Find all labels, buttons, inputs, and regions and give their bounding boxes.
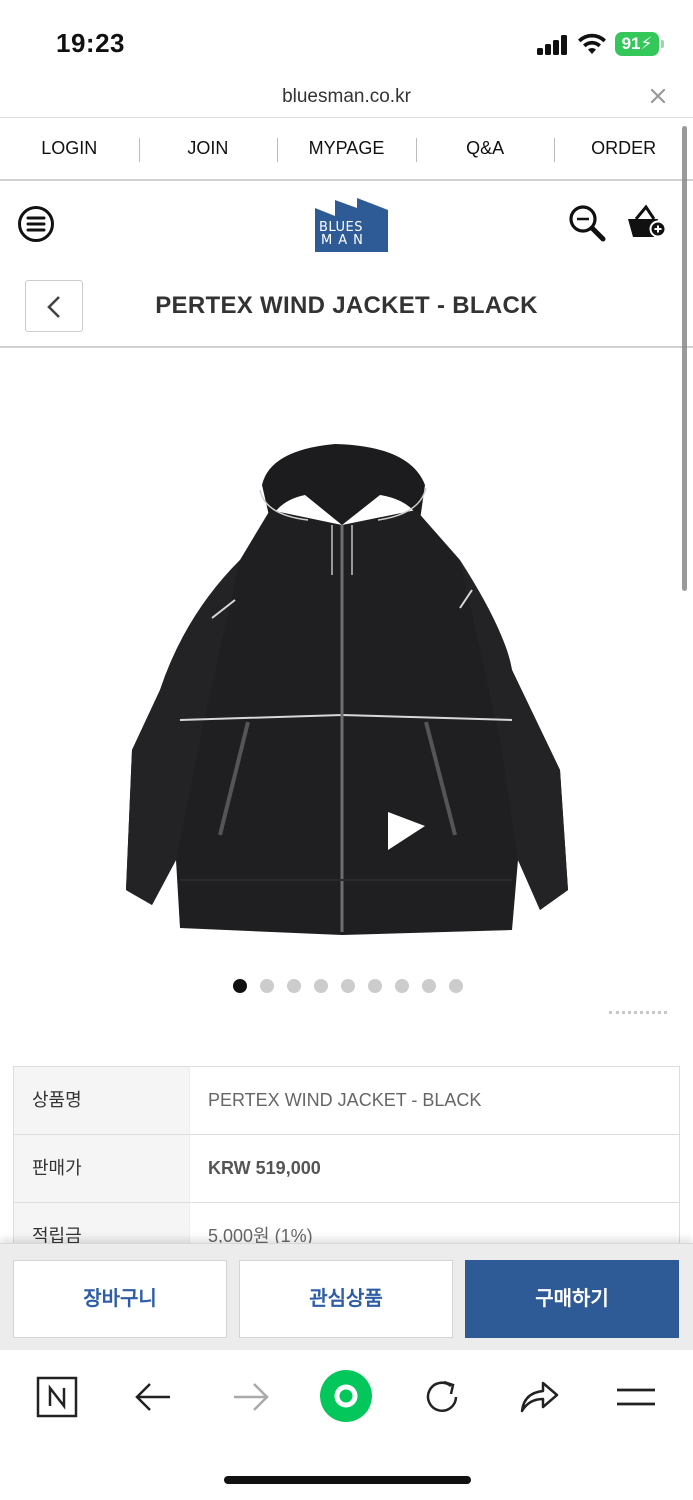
gallery-dot[interactable] [422,979,436,993]
close-icon[interactable] [648,86,668,106]
wifi-icon [578,33,606,54]
info-value-price: KRW 519,000 [208,1158,321,1178]
menu-lines-icon[interactable] [614,1375,658,1419]
nav-mypage[interactable]: MYPAGE [277,138,416,162]
product-photo-jacket[interactable] [120,440,575,950]
reload-icon[interactable] [420,1375,464,1419]
info-value: PERTEX WIND JACKET - BLACK [208,1090,482,1110]
nav-order[interactable]: ORDER [554,138,693,162]
info-label: 상품명 [14,1067,190,1134]
gallery-dot[interactable] [314,979,328,993]
info-row-name: 상품명 PERTEX WIND JACKET - BLACK [14,1067,679,1135]
gallery-dot[interactable] [341,979,355,993]
status-bar: 19:23 91⚡ [0,0,693,80]
product-info-table: 상품명 PERTEX WIND JACKET - BLACK 판매가 KRW 5… [13,1066,680,1272]
forward-arrow-icon[interactable] [228,1375,272,1419]
url-text[interactable]: bluesman.co.kr [0,86,693,108]
buy-now-button[interactable]: 구매하기 [465,1260,679,1338]
battery-level: 91 [621,34,641,53]
gallery-dot[interactable] [260,979,274,993]
site-header: BLUES MAN [0,181,693,267]
hamburger-circle-icon[interactable] [17,205,55,243]
nav-join[interactable]: JOIN [138,138,278,162]
gallery-dot[interactable] [395,979,409,993]
page-scrollbar[interactable] [682,126,687,591]
nav-login[interactable]: LOGIN [0,138,139,159]
add-to-cart-button[interactable]: 장바구니 [13,1260,227,1338]
gallery-pagination [233,979,463,993]
clock: 19:23 [56,28,125,58]
more-indicator [609,1011,667,1014]
page-title: PERTEX WIND JACKET - BLACK [155,292,538,319]
info-row-price: 판매가 KRW 519,000 [14,1135,679,1203]
page-title-bar: PERTEX WIND JACKET - BLACK [0,267,693,348]
home-indicator [224,1476,471,1484]
url-bar[interactable]: bluesman.co.kr [0,80,693,118]
battery-cap [661,40,664,48]
back-arrow-icon[interactable] [132,1375,176,1419]
nav-qna[interactable]: Q&A [415,138,555,162]
logo-text-line2: MAN [321,233,369,248]
info-label: 판매가 [14,1135,190,1202]
cell-signal-icon [537,35,569,55]
bluesman-logo[interactable]: BLUES MAN [313,196,390,252]
gallery-dot[interactable] [287,979,301,993]
wishlist-button[interactable]: 관심상품 [239,1260,453,1338]
gallery-dot[interactable] [368,979,382,993]
naver-n-icon[interactable] [35,1375,79,1419]
battery-indicator: 91⚡ [615,32,659,56]
green-dot-icon[interactable] [318,1368,374,1424]
browser-toolbar [0,1350,693,1500]
gallery-dot[interactable] [233,979,247,993]
share-icon[interactable] [517,1375,561,1419]
top-nav: LOGIN JOIN MYPAGE Q&A ORDER [0,118,693,181]
magnifier-icon[interactable] [567,203,607,243]
gallery-dot[interactable] [449,979,463,993]
basket-plus-icon[interactable] [626,203,668,243]
purchase-bar: 장바구니 관심상품 구매하기 [0,1243,693,1350]
